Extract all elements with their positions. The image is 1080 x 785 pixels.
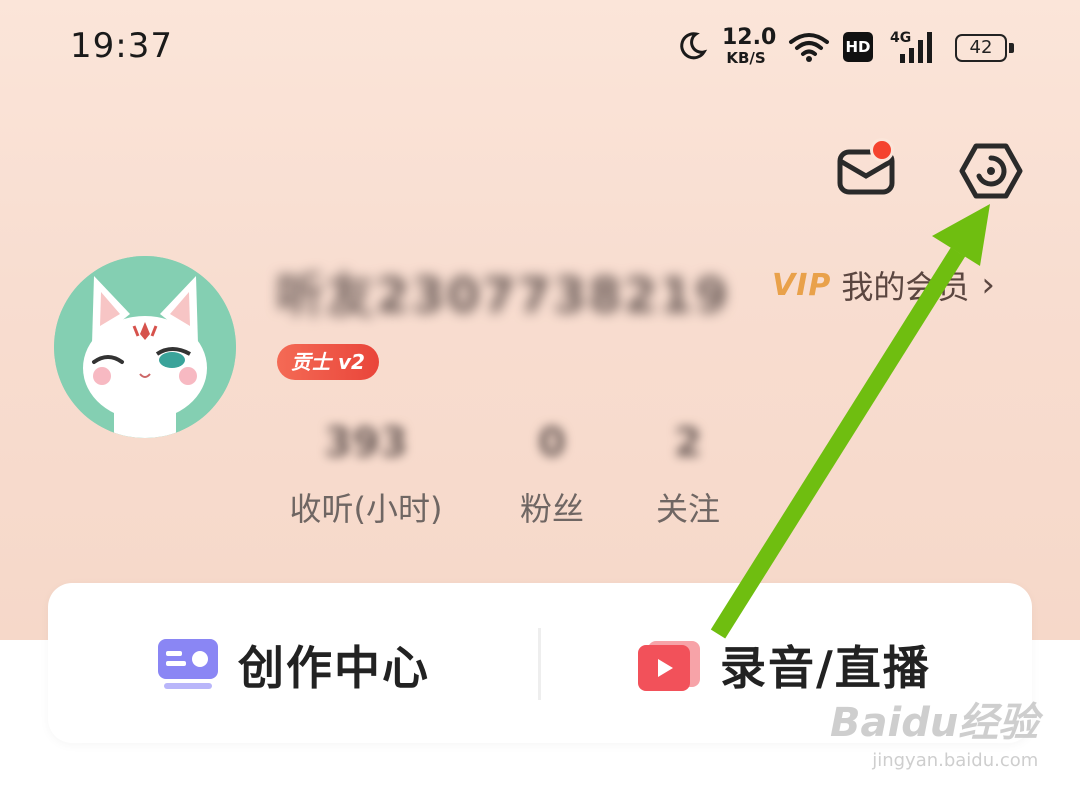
vip-membership-link[interactable]: VIP 我的会员 › <box>772 262 995 308</box>
vip-logo: VIP <box>772 267 832 303</box>
watermark-url: jingyan.baidu.com <box>872 750 1039 771</box>
level-badge[interactable]: 贡士 v2 <box>277 344 379 380</box>
network-speed: 12.0 KB/S <box>722 25 777 67</box>
battery-nub <box>1009 43 1014 53</box>
stat-label: 收听(小时) <box>289 490 443 528</box>
username[interactable]: 听友2307738219 <box>276 256 730 326</box>
network-type-label: 4G <box>890 30 911 46</box>
hd-icon: HD <box>843 32 873 62</box>
stat-label: 关注 <box>655 490 720 528</box>
watermark-logo: Baidu经验 <box>830 700 1039 746</box>
stat-value: 2 <box>674 420 702 466</box>
signal-4g-icon: 4G <box>890 30 932 63</box>
network-speed-value: 12.0 <box>722 25 777 50</box>
wifi-icon <box>789 33 829 62</box>
baidu-watermark: Baidu经验 jingyan.baidu.com <box>830 690 1038 771</box>
stat-label: 粉丝 <box>519 490 584 528</box>
stat-listen-hours[interactable]: 393 收听(小时) <box>276 418 456 530</box>
network-speed-unit: KB/S <box>726 49 766 67</box>
status-time: 19:37 <box>70 26 173 66</box>
vip-label: 我的会员 <box>841 268 970 306</box>
battery-icon: 42 <box>955 34 1015 62</box>
creation-center-button[interactable]: 创作中心 <box>156 620 430 710</box>
creation-center-icon <box>158 639 218 689</box>
stat-value: 0 <box>538 420 566 466</box>
stat-value: 393 <box>324 420 408 466</box>
chevron-right-icon: › <box>981 265 995 305</box>
cat-avatar-image <box>54 256 236 438</box>
battery-level: 42 <box>955 34 1007 62</box>
avatar[interactable] <box>54 256 236 438</box>
settings-icon[interactable] <box>958 140 1024 202</box>
moon-icon <box>680 32 708 60</box>
stat-following[interactable]: 2 关注 <box>646 418 730 530</box>
notification-dot <box>870 138 894 162</box>
record-live-icon <box>638 641 700 691</box>
stat-fans[interactable]: 0 粉丝 <box>510 418 594 530</box>
creation-center-label: 创作中心 <box>238 641 430 695</box>
status-bar: 19:37 12.0 KB/S HD 4G 42 <box>0 0 1080 95</box>
card-divider <box>538 628 541 700</box>
record-live-label: 录音/直播 <box>720 641 931 695</box>
